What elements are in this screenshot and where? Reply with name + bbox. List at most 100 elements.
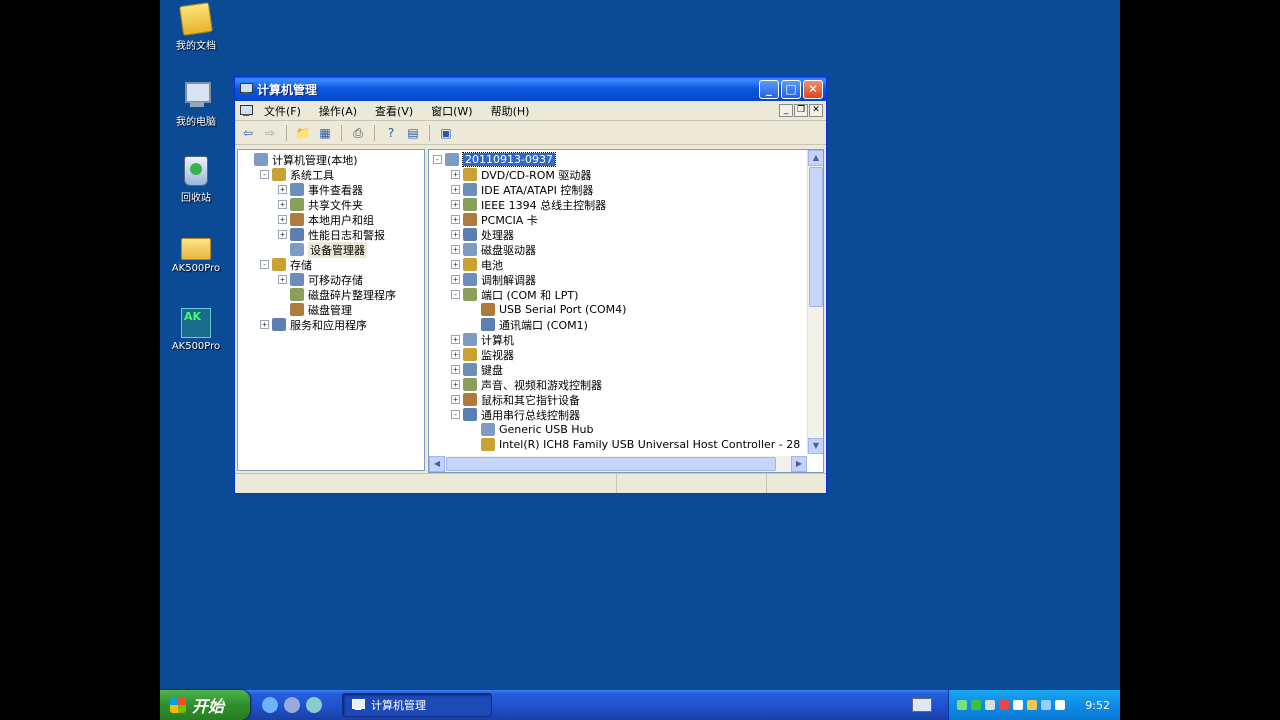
device-tree-node[interactable]: - 20110913-0937	[433, 152, 556, 167]
up-folder-icon[interactable]: 📁	[294, 124, 312, 142]
tray-icon-5[interactable]	[1013, 700, 1023, 710]
desktop-icon-my-documents[interactable]: 我的文档	[160, 2, 232, 52]
expand-icon[interactable]: +	[451, 365, 460, 374]
help-icon[interactable]: ?	[382, 124, 400, 142]
tray-icon-6[interactable]	[1027, 700, 1037, 710]
expand-icon[interactable]: +	[278, 275, 287, 284]
device-tree-node[interactable]: + 处理器	[451, 227, 514, 242]
console-tree-node[interactable]: 磁盘碎片整理程序	[278, 287, 396, 302]
expand-icon[interactable]: +	[451, 200, 460, 209]
expand-icon[interactable]: +	[451, 230, 460, 239]
close-button[interactable]: ✕	[803, 79, 823, 99]
mdi-document-icon[interactable]	[239, 104, 253, 117]
console-tree-node[interactable]: + 性能日志和警报	[278, 227, 385, 242]
taskbar-button-computer-management[interactable]: 计算机管理	[342, 693, 492, 717]
expand-icon[interactable]: +	[451, 215, 460, 224]
menu-action[interactable]: 操作(A)	[310, 103, 366, 119]
vertical-scrollbar[interactable]: ▲ ▼	[807, 150, 823, 454]
collapse-icon[interactable]: -	[451, 410, 460, 419]
scroll-down-arrow-icon[interactable]: ▼	[808, 438, 823, 454]
quicklaunch-desktop-icon[interactable]	[284, 697, 300, 713]
device-tree-node[interactable]: + IDE ATA/ATAPI 控制器	[451, 182, 593, 197]
device-tree-node[interactable]: + 计算机	[451, 332, 514, 347]
device-tree-node[interactable]: + IEEE 1394 总线主控制器	[451, 197, 606, 212]
maximize-button[interactable]: □	[781, 79, 801, 99]
console-tree-node[interactable]: 设备管理器	[278, 241, 367, 258]
window-titlebar[interactable]: 计算机管理 _ □ ✕	[235, 77, 826, 101]
scroll-right-arrow-icon[interactable]: ▶	[791, 456, 807, 472]
device-tree-node[interactable]: + 磁盘驱动器	[451, 242, 536, 257]
device-tree-node[interactable]: + DVD/CD-ROM 驱动器	[451, 167, 591, 182]
expand-icon[interactable]: +	[451, 380, 460, 389]
properties-icon[interactable]: ▤	[404, 124, 422, 142]
menu-window[interactable]: 窗口(W)	[422, 103, 481, 119]
menu-file[interactable]: 文件(F)	[255, 103, 310, 119]
console-tree-node[interactable]: 计算机管理(本地)	[242, 152, 358, 167]
expand-icon[interactable]: +	[451, 350, 460, 359]
expand-icon[interactable]: +	[278, 215, 287, 224]
collapse-icon[interactable]: -	[260, 170, 269, 179]
tray-icon-4[interactable]	[999, 700, 1009, 710]
console-tree-node[interactable]: + 本地用户和组	[278, 212, 374, 227]
expand-icon[interactable]: +	[260, 320, 269, 329]
back-arrow-icon[interactable]: ⇦	[239, 124, 257, 142]
console-tree-node[interactable]: + 服务和应用程序	[260, 317, 367, 332]
console-tree-node[interactable]: - 系统工具	[260, 167, 334, 182]
desktop-icon-recycle-bin[interactable]: 回收站	[160, 156, 232, 204]
expand-icon[interactable]: +	[451, 395, 460, 404]
tray-icon-1[interactable]	[957, 700, 967, 710]
device-tree-node[interactable]: + 声音、视频和游戏控制器	[451, 377, 602, 392]
scroll-up-arrow-icon[interactable]: ▲	[808, 150, 823, 166]
print-icon[interactable]: ⎙	[349, 124, 367, 142]
vertical-scroll-thumb[interactable]	[809, 167, 823, 307]
expand-icon[interactable]: +	[451, 275, 460, 284]
menu-view[interactable]: 查看(V)	[366, 103, 422, 119]
tray-icon-2[interactable]	[971, 700, 981, 710]
menu-help[interactable]: 帮助(H)	[482, 103, 539, 119]
device-tree-node[interactable]: - 通用串行总线控制器	[451, 407, 580, 422]
scroll-left-arrow-icon[interactable]: ◀	[429, 456, 445, 472]
expand-icon[interactable]: +	[451, 245, 460, 254]
scan-hardware-icon[interactable]: ▣	[437, 124, 455, 142]
start-button[interactable]: 开始	[160, 690, 250, 720]
desktop-icon-ak500pro-folder[interactable]: AK500Pro	[160, 232, 232, 274]
mdi-close-button[interactable]: ✕	[809, 104, 823, 117]
keyboard-icon[interactable]	[912, 698, 932, 712]
collapse-icon[interactable]: -	[260, 260, 269, 269]
collapse-icon[interactable]: -	[451, 290, 460, 299]
volume-icon[interactable]	[1055, 700, 1065, 710]
device-tree-node[interactable]: + 键盘	[451, 362, 503, 377]
mdi-restore-button[interactable]: ❐	[794, 104, 808, 117]
device-tree-node[interactable]: - 端口 (COM 和 LPT)	[451, 287, 578, 302]
show-hide-tree-icon[interactable]: ▦	[316, 124, 334, 142]
collapse-icon[interactable]: -	[433, 155, 442, 164]
device-tree-node[interactable]: 通讯端口 (COM1)	[469, 317, 588, 332]
expand-icon[interactable]: +	[451, 260, 460, 269]
desktop-icon-ak500pro-app[interactable]: AK AK500Pro	[160, 308, 232, 352]
horizontal-scroll-thumb[interactable]	[446, 457, 776, 471]
device-tree-node[interactable]: + 调制解调器	[451, 272, 536, 287]
expand-icon[interactable]: +	[451, 170, 460, 179]
expand-icon[interactable]: +	[451, 185, 460, 194]
desktop-icon-my-computer[interactable]: 我的电脑	[160, 80, 232, 128]
console-tree-node[interactable]: + 可移动存储	[278, 272, 363, 287]
horizontal-scrollbar[interactable]: ◀ ▶	[429, 456, 807, 472]
device-tree-node[interactable]: + 监视器	[451, 347, 514, 362]
forward-arrow-icon[interactable]: ⇨	[261, 124, 279, 142]
device-tree-node[interactable]: Intel(R) ICH8 Family USB Universal Host …	[469, 437, 800, 452]
mdi-minimize-button[interactable]: _	[779, 104, 793, 117]
console-tree-node[interactable]: 磁盘管理	[278, 302, 352, 317]
expand-icon[interactable]: +	[278, 230, 287, 239]
minimize-button[interactable]: _	[759, 79, 779, 99]
device-tree-node[interactable]: USB Serial Port (COM4)	[469, 302, 626, 317]
expand-icon[interactable]: +	[451, 335, 460, 344]
device-tree-node[interactable]: + PCMCIA 卡	[451, 212, 538, 227]
expand-icon[interactable]: +	[278, 200, 287, 209]
console-tree-node[interactable]: + 事件查看器	[278, 182, 363, 197]
quicklaunch-media-icon[interactable]	[306, 697, 322, 713]
device-tree-node[interactable]: + 鼠标和其它指针设备	[451, 392, 580, 407]
expand-icon[interactable]: +	[278, 185, 287, 194]
tray-icon-3[interactable]	[985, 700, 995, 710]
console-tree-node[interactable]: + 共享文件夹	[278, 197, 363, 212]
console-tree-node[interactable]: - 存储	[260, 257, 312, 272]
